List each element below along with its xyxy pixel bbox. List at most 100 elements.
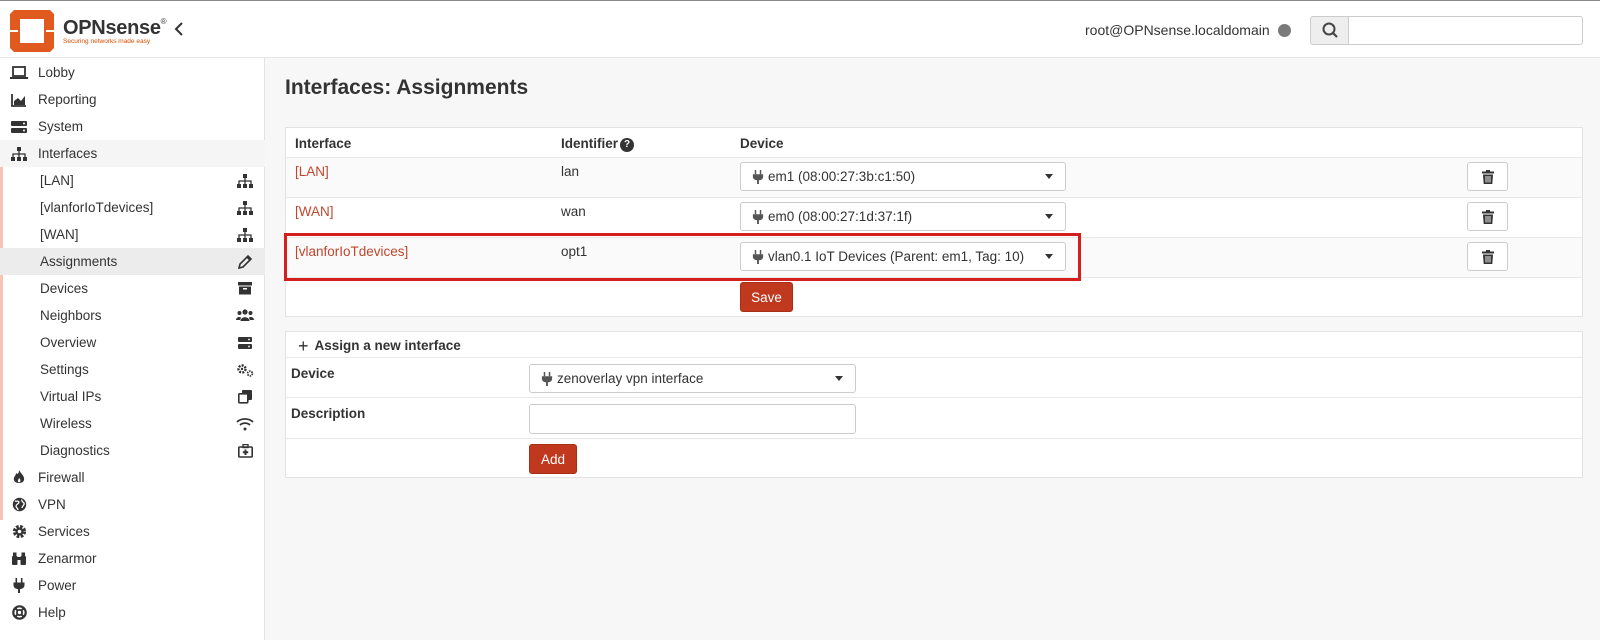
description-input[interactable]	[529, 404, 856, 434]
sidebar-subitem-vlanforiotdevices[interactable]: [vlanforIoTdevices]	[0, 194, 265, 221]
medkit-icon	[235, 443, 255, 459]
sidebar-subitem-label: Wireless	[40, 416, 92, 431]
status-dot-icon[interactable]	[1278, 24, 1291, 37]
sidebar-item-label: Zenarmor	[38, 551, 97, 566]
delete-button-lan[interactable]	[1467, 162, 1508, 191]
sitemap-icon	[235, 200, 255, 216]
sidebar-subitem-neighbors[interactable]: Neighbors	[0, 302, 265, 329]
sidebar-item-power[interactable]: Power	[0, 572, 265, 599]
description-label: Description	[291, 406, 366, 421]
interface-link-lan[interactable]: [LAN]	[295, 164, 329, 179]
server-icon	[10, 118, 28, 136]
brand[interactable]: OPNsense® Securing networks made easy	[63, 17, 167, 45]
assign-new-interface-title: Assign a new interface	[314, 338, 461, 353]
search-button[interactable]	[1310, 16, 1349, 45]
sidebar-item-reporting[interactable]: Reporting	[0, 86, 265, 113]
device-label: Device	[291, 366, 335, 381]
collapse-sidebar-button[interactable]	[174, 21, 184, 42]
col-header-identifier-label: Identifier	[561, 136, 619, 151]
sidebar-item-label: Interfaces	[38, 146, 98, 161]
sidebar-item-services[interactable]: Services	[0, 518, 265, 545]
sidebar-subitem-label: [LAN]	[40, 173, 74, 188]
highlight-box	[284, 233, 1081, 281]
sidebar-item-lobby[interactable]: Lobby	[0, 59, 265, 86]
sidebar-item-system[interactable]: System	[0, 113, 265, 140]
assign-new-interface-heading: + Assign a new interface	[298, 335, 461, 356]
pencil-icon	[235, 254, 255, 270]
caret-down-icon	[1045, 214, 1053, 219]
sitemap-icon	[235, 173, 255, 189]
plug-icon	[541, 371, 553, 386]
sidebar-subitem-virtual-ips[interactable]: Virtual IPs	[0, 383, 265, 410]
plug-icon	[752, 169, 764, 184]
fire-icon	[10, 469, 28, 487]
sidebar-item-interfaces[interactable]: Interfaces	[0, 140, 265, 167]
laptop-icon	[10, 64, 28, 82]
chevron-left-icon	[174, 22, 183, 36]
plug-icon	[752, 209, 764, 224]
assign-interface-panel	[285, 331, 1583, 478]
globe-icon	[10, 496, 28, 514]
sidebar-item-help[interactable]: Help	[0, 599, 265, 626]
device-select-lan[interactable]: em1 (08:00:27:3b:c1:50)	[740, 162, 1066, 191]
identifier-lan: lan	[561, 164, 580, 179]
row-divider	[286, 397, 1582, 398]
device-select-wan[interactable]: em0 (08:00:27:1d:37:1f)	[740, 202, 1066, 231]
help-icon[interactable]: ?	[620, 138, 635, 152]
sidebar-subitem-wireless[interactable]: Wireless	[0, 410, 265, 437]
life-ring-icon	[10, 604, 28, 622]
sidebar-subitem-overview[interactable]: Overview	[0, 329, 265, 356]
save-button[interactable]: Save	[740, 282, 793, 312]
search-input[interactable]	[1348, 16, 1583, 45]
sidebar-subitem-label: Overview	[40, 335, 97, 350]
add-button[interactable]: Add	[529, 444, 577, 474]
identifier-wan: wan	[561, 204, 586, 219]
sidebar-subitem-assignments[interactable]: Assignments	[0, 248, 265, 275]
sidebar-item-vpn[interactable]: VPN	[0, 491, 265, 518]
sidebar-subitem-lan[interactable]: [LAN]	[0, 167, 265, 194]
user-account[interactable]: root@OPNsense.localdomain	[1085, 22, 1270, 38]
interface-link-wan[interactable]: [WAN]	[295, 204, 334, 219]
trash-icon	[1481, 209, 1494, 224]
device-select-value: em1 (08:00:27:3b:c1:50)	[768, 169, 916, 184]
sidebar-subitem-wan[interactable]: [WAN]	[0, 221, 265, 248]
top-bar: OPNsense® Securing networks made easy ro…	[0, 0, 1600, 58]
sidebar: Lobby Reporting System Interfaces [LAN] …	[0, 58, 265, 640]
area-chart-icon	[10, 91, 28, 109]
clone-icon	[235, 389, 255, 405]
col-header-interface: Interface	[295, 136, 352, 151]
delete-button-vlanforiotdevices[interactable]	[1467, 242, 1508, 271]
archive-icon	[235, 281, 255, 297]
col-header-device: Device	[740, 136, 784, 151]
sidebar-subitem-diagnostics[interactable]: Diagnostics	[0, 437, 265, 464]
sidebar-item-zenarmor[interactable]: Zenarmor	[0, 545, 265, 572]
sidebar-item-label: Power	[38, 578, 77, 593]
sidebar-subitem-label: Diagnostics	[40, 443, 110, 458]
trash-icon	[1481, 169, 1494, 184]
caret-down-icon	[835, 376, 843, 381]
col-header-identifier: Identifier?	[561, 136, 635, 152]
users-icon	[235, 308, 255, 324]
sidebar-item-label: VPN	[38, 497, 66, 512]
page-title: Interfaces: Assignments	[285, 76, 529, 99]
brand-name: OPNsense	[63, 17, 161, 39]
opnsense-logo-icon[interactable]	[8, 8, 56, 54]
wifi-icon	[235, 416, 255, 432]
cogs-icon	[235, 362, 255, 378]
plus-icon: +	[298, 335, 309, 356]
delete-button-wan[interactable]	[1467, 202, 1508, 231]
sitemap-icon	[235, 227, 255, 243]
sidebar-subitem-devices[interactable]: Devices	[0, 275, 265, 302]
sidebar-subitem-settings[interactable]: Settings	[0, 356, 265, 383]
server-icon	[235, 335, 255, 351]
sidebar-item-firewall[interactable]: Firewall	[0, 464, 265, 491]
search-icon	[1322, 22, 1338, 38]
sidebar-item-label: Reporting	[38, 92, 97, 107]
sidebar-item-label: Lobby	[38, 65, 75, 80]
new-device-select[interactable]: zenoverlay vpn interface	[529, 364, 856, 393]
sitemap-icon	[10, 145, 28, 163]
brand-tagline: Securing networks made easy	[63, 38, 151, 45]
new-device-select-value: zenoverlay vpn interface	[557, 371, 704, 386]
sidebar-item-label: Help	[38, 605, 66, 620]
trash-icon	[1481, 249, 1494, 264]
